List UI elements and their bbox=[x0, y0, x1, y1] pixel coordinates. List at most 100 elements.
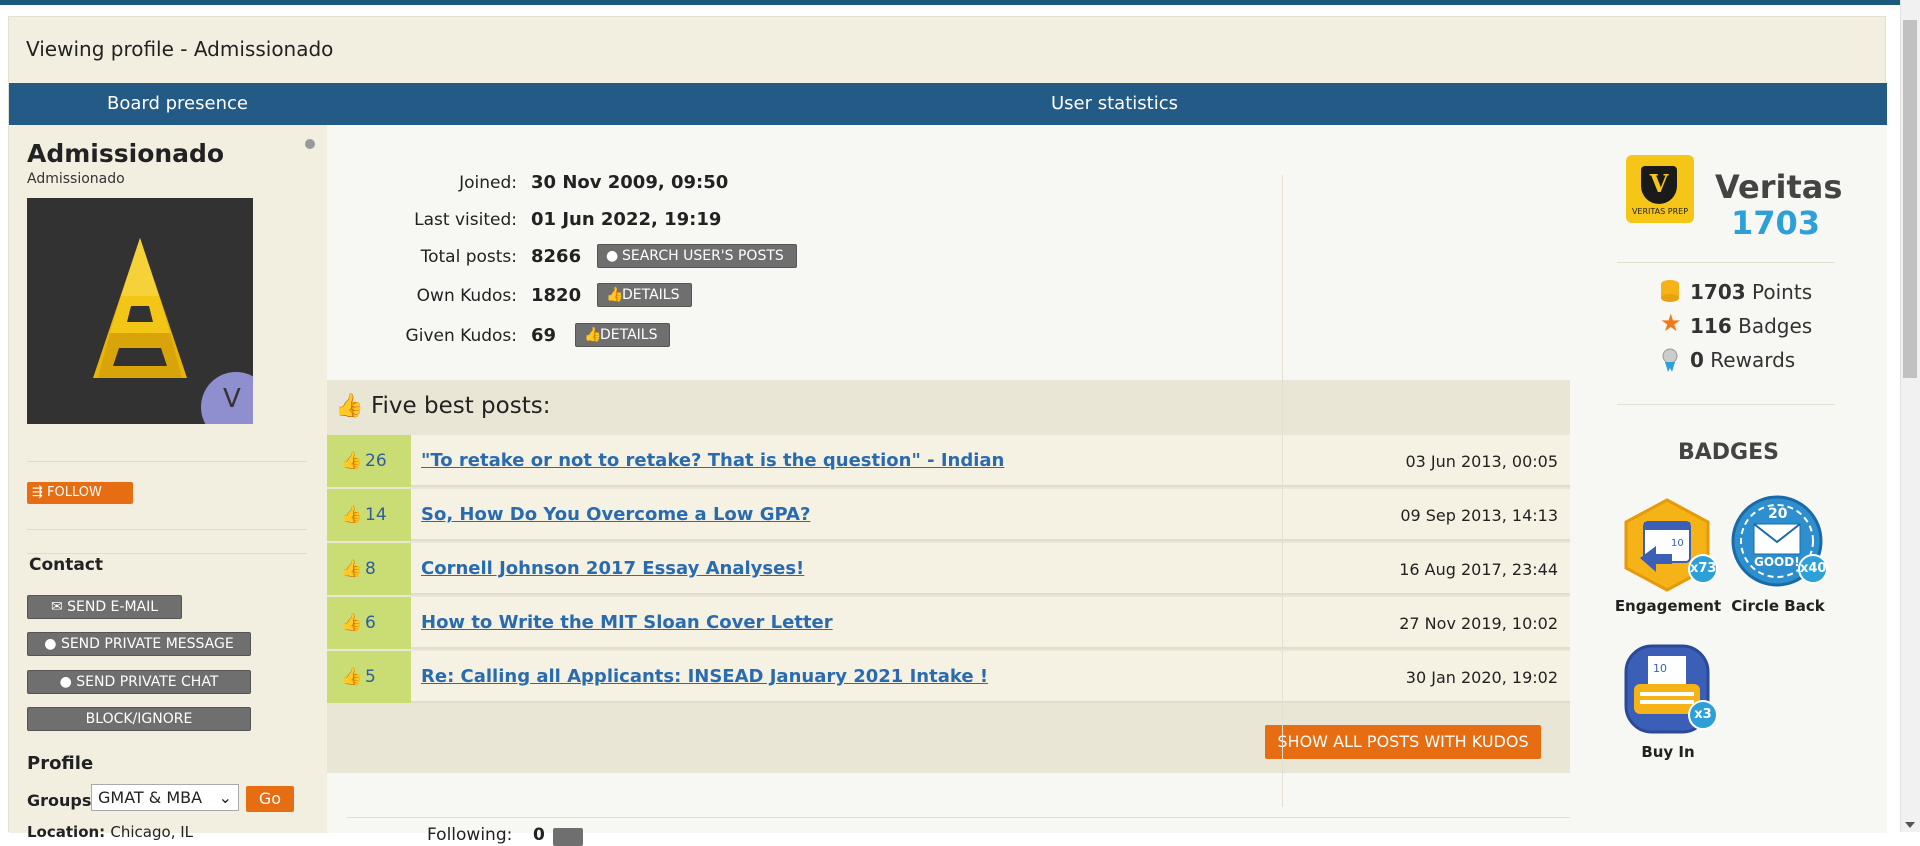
username: Admissionado bbox=[27, 139, 225, 168]
thumb-icon: 👍 bbox=[584, 327, 602, 343]
post-link[interactable]: So, How Do You Overcome a Low GPA? bbox=[421, 504, 810, 525]
total-posts-label: Total posts: bbox=[420, 247, 517, 267]
avatar-badge-letter: V bbox=[223, 384, 241, 414]
own-kudos-details-label: DETAILS bbox=[622, 287, 680, 303]
thumbs-up-icon: 👍 bbox=[341, 451, 363, 471]
post-link[interactable]: How to Write the MIT Sloan Cover Letter bbox=[421, 612, 833, 633]
profile-page: Viewing profile - Admissionado Board pre… bbox=[8, 16, 1887, 846]
send-private-message-button[interactable]: ● SEND PRIVATE MESSAGE bbox=[27, 632, 251, 656]
given-kudos-label: Given Kudos: bbox=[405, 326, 517, 346]
joined-label: Joined: bbox=[459, 173, 517, 193]
groups-select-value: GMAT & MBA bbox=[98, 788, 203, 807]
send-email-label: SEND E-MAIL bbox=[67, 599, 159, 615]
veritas-score: 1703 bbox=[1731, 204, 1821, 242]
kudos-cell: 👍 8 bbox=[327, 543, 411, 595]
kudos-cell: 👍 14 bbox=[327, 489, 411, 541]
best-posts-heading-text: Five best posts: bbox=[370, 393, 551, 419]
thumbs-up-icon: 👍 bbox=[341, 559, 363, 579]
thumbs-up-icon: 👍 bbox=[335, 393, 364, 419]
block-ignore-button[interactable]: BLOCK/IGNORE bbox=[27, 707, 251, 731]
last-visited-label: Last visited: bbox=[414, 210, 517, 230]
search-user-posts-label: SEARCH USER'S POSTS bbox=[622, 248, 784, 264]
send-private-chat-button[interactable]: ● SEND PRIVATE CHAT bbox=[27, 670, 251, 694]
engagement-count-badge: x73 bbox=[1688, 554, 1718, 584]
total-posts-value: 8266 bbox=[531, 246, 582, 267]
badge-inner-text: GOOD! bbox=[1754, 555, 1800, 569]
groups-label: Groups: bbox=[27, 791, 98, 810]
buy-in-count-badge: x3 bbox=[1688, 700, 1718, 730]
kudos-count: 5 bbox=[365, 667, 376, 687]
veritas-prep-logo[interactable]: V VERITAS PREP bbox=[1626, 155, 1694, 223]
send-private-chat-label: SEND PRIVATE CHAT bbox=[76, 674, 219, 690]
own-kudos-details-button[interactable]: 👍 DETAILS bbox=[597, 283, 693, 307]
badges-line: 116 Badges bbox=[1690, 314, 1812, 338]
star-icon: ★ bbox=[1660, 309, 1682, 337]
go-button[interactable]: Go bbox=[246, 786, 294, 812]
post-link[interactable]: Re: Calling all Applicants: INSEAD Janua… bbox=[421, 666, 988, 687]
given-kudos-details-label: DETAILS bbox=[600, 327, 658, 343]
post-link[interactable]: Cornell Johnson 2017 Essay Analyses! bbox=[421, 558, 804, 579]
chevron-down-icon: ⌄ bbox=[218, 788, 232, 807]
joined-value: 30 Nov 2009, 09:50 bbox=[531, 172, 729, 193]
section-header: Board presence User statistics bbox=[9, 83, 1887, 125]
scrollbar-thumb[interactable] bbox=[1903, 20, 1917, 378]
location-value: Chicago, IL bbox=[110, 823, 194, 841]
page-title: Viewing profile - Admissionado bbox=[26, 37, 334, 61]
send-private-message-label: SEND PRIVATE MESSAGE bbox=[60, 636, 234, 652]
best-posts-heading: 👍 Five best posts: bbox=[335, 392, 550, 419]
kudos-cell: 👍 5 bbox=[327, 651, 411, 703]
given-kudos-details-button[interactable]: 👍 DETAILS bbox=[575, 323, 671, 347]
search-user-posts-button[interactable]: ● SEARCH USER'S POSTS bbox=[597, 244, 797, 268]
post-link[interactable]: "To retake or not to retake? That is the… bbox=[421, 450, 1004, 471]
own-kudos-label: Own Kudos: bbox=[416, 286, 517, 306]
points-value: 1703 bbox=[1690, 280, 1746, 304]
rewards-label: Rewards bbox=[1710, 348, 1796, 372]
speech-bubble-icon: ● bbox=[44, 636, 57, 652]
coins-icon bbox=[1661, 280, 1679, 302]
vertical-scrollbar[interactable] bbox=[1900, 0, 1920, 832]
circle-back-count-badge: x40 bbox=[1798, 554, 1828, 584]
thumbs-up-icon: 👍 bbox=[341, 505, 363, 525]
rewards-line: 0 Rewards bbox=[1690, 348, 1795, 372]
groups-select[interactable]: GMAT & MBA ⌄ bbox=[91, 784, 239, 811]
given-kudos-value: 69 bbox=[531, 325, 557, 346]
thumbs-up-icon: 👍 bbox=[341, 667, 363, 687]
kudos-count: 6 bbox=[365, 613, 376, 633]
sidebar: Admissionado Admissionado V ⇶ FOLLOW Con… bbox=[9, 125, 327, 841]
veritas-name: Veritas bbox=[1715, 168, 1843, 206]
veritas-logo-text: VERITAS PREP bbox=[1631, 207, 1689, 216]
envelope-icon: ✉ bbox=[50, 599, 63, 615]
location-label: Location: bbox=[27, 823, 106, 841]
chat-bubble-icon: ● bbox=[59, 674, 72, 690]
divider bbox=[347, 817, 1570, 818]
thumb-icon: 👍 bbox=[606, 287, 624, 303]
veritas-shield-icon: V bbox=[1641, 166, 1677, 204]
follow-button[interactable]: ⇶ FOLLOW bbox=[27, 482, 133, 504]
circle-back-badge-label: Circle Back bbox=[1731, 597, 1825, 615]
veritas-panel bbox=[1282, 175, 1562, 807]
scroll-down-arrow-icon[interactable] bbox=[1905, 822, 1915, 828]
user-rank: Admissionado bbox=[27, 171, 125, 187]
divider bbox=[27, 553, 307, 554]
badge-inner-number: 10 bbox=[1671, 538, 1684, 549]
kudos-count: 8 bbox=[365, 559, 376, 579]
last-visited-value: 01 Jun 2022, 19:19 bbox=[531, 209, 722, 230]
send-email-button[interactable]: ✉ SEND E-MAIL bbox=[27, 595, 182, 619]
following-label: Following: bbox=[427, 825, 513, 845]
kudos-cell: 👍 26 bbox=[327, 435, 411, 487]
kudos-count: 26 bbox=[365, 451, 387, 471]
divider bbox=[1617, 262, 1835, 263]
following-toggle[interactable] bbox=[553, 828, 583, 846]
follow-icon: ⇶ bbox=[32, 485, 43, 500]
ribbon-icon bbox=[1662, 348, 1678, 372]
own-kudos-value: 1820 bbox=[531, 285, 582, 306]
kudos-count: 14 bbox=[365, 505, 387, 525]
rewards-value: 0 bbox=[1690, 348, 1704, 372]
points-label: Points bbox=[1752, 280, 1813, 304]
online-status-dot bbox=[305, 139, 315, 149]
profile-heading: Profile bbox=[27, 753, 94, 774]
location-row: Location: Chicago, IL bbox=[27, 823, 193, 841]
divider bbox=[27, 529, 307, 530]
buy-in-badge-label: Buy In bbox=[1641, 743, 1695, 761]
badge-inner-number: 20 bbox=[1768, 506, 1788, 522]
